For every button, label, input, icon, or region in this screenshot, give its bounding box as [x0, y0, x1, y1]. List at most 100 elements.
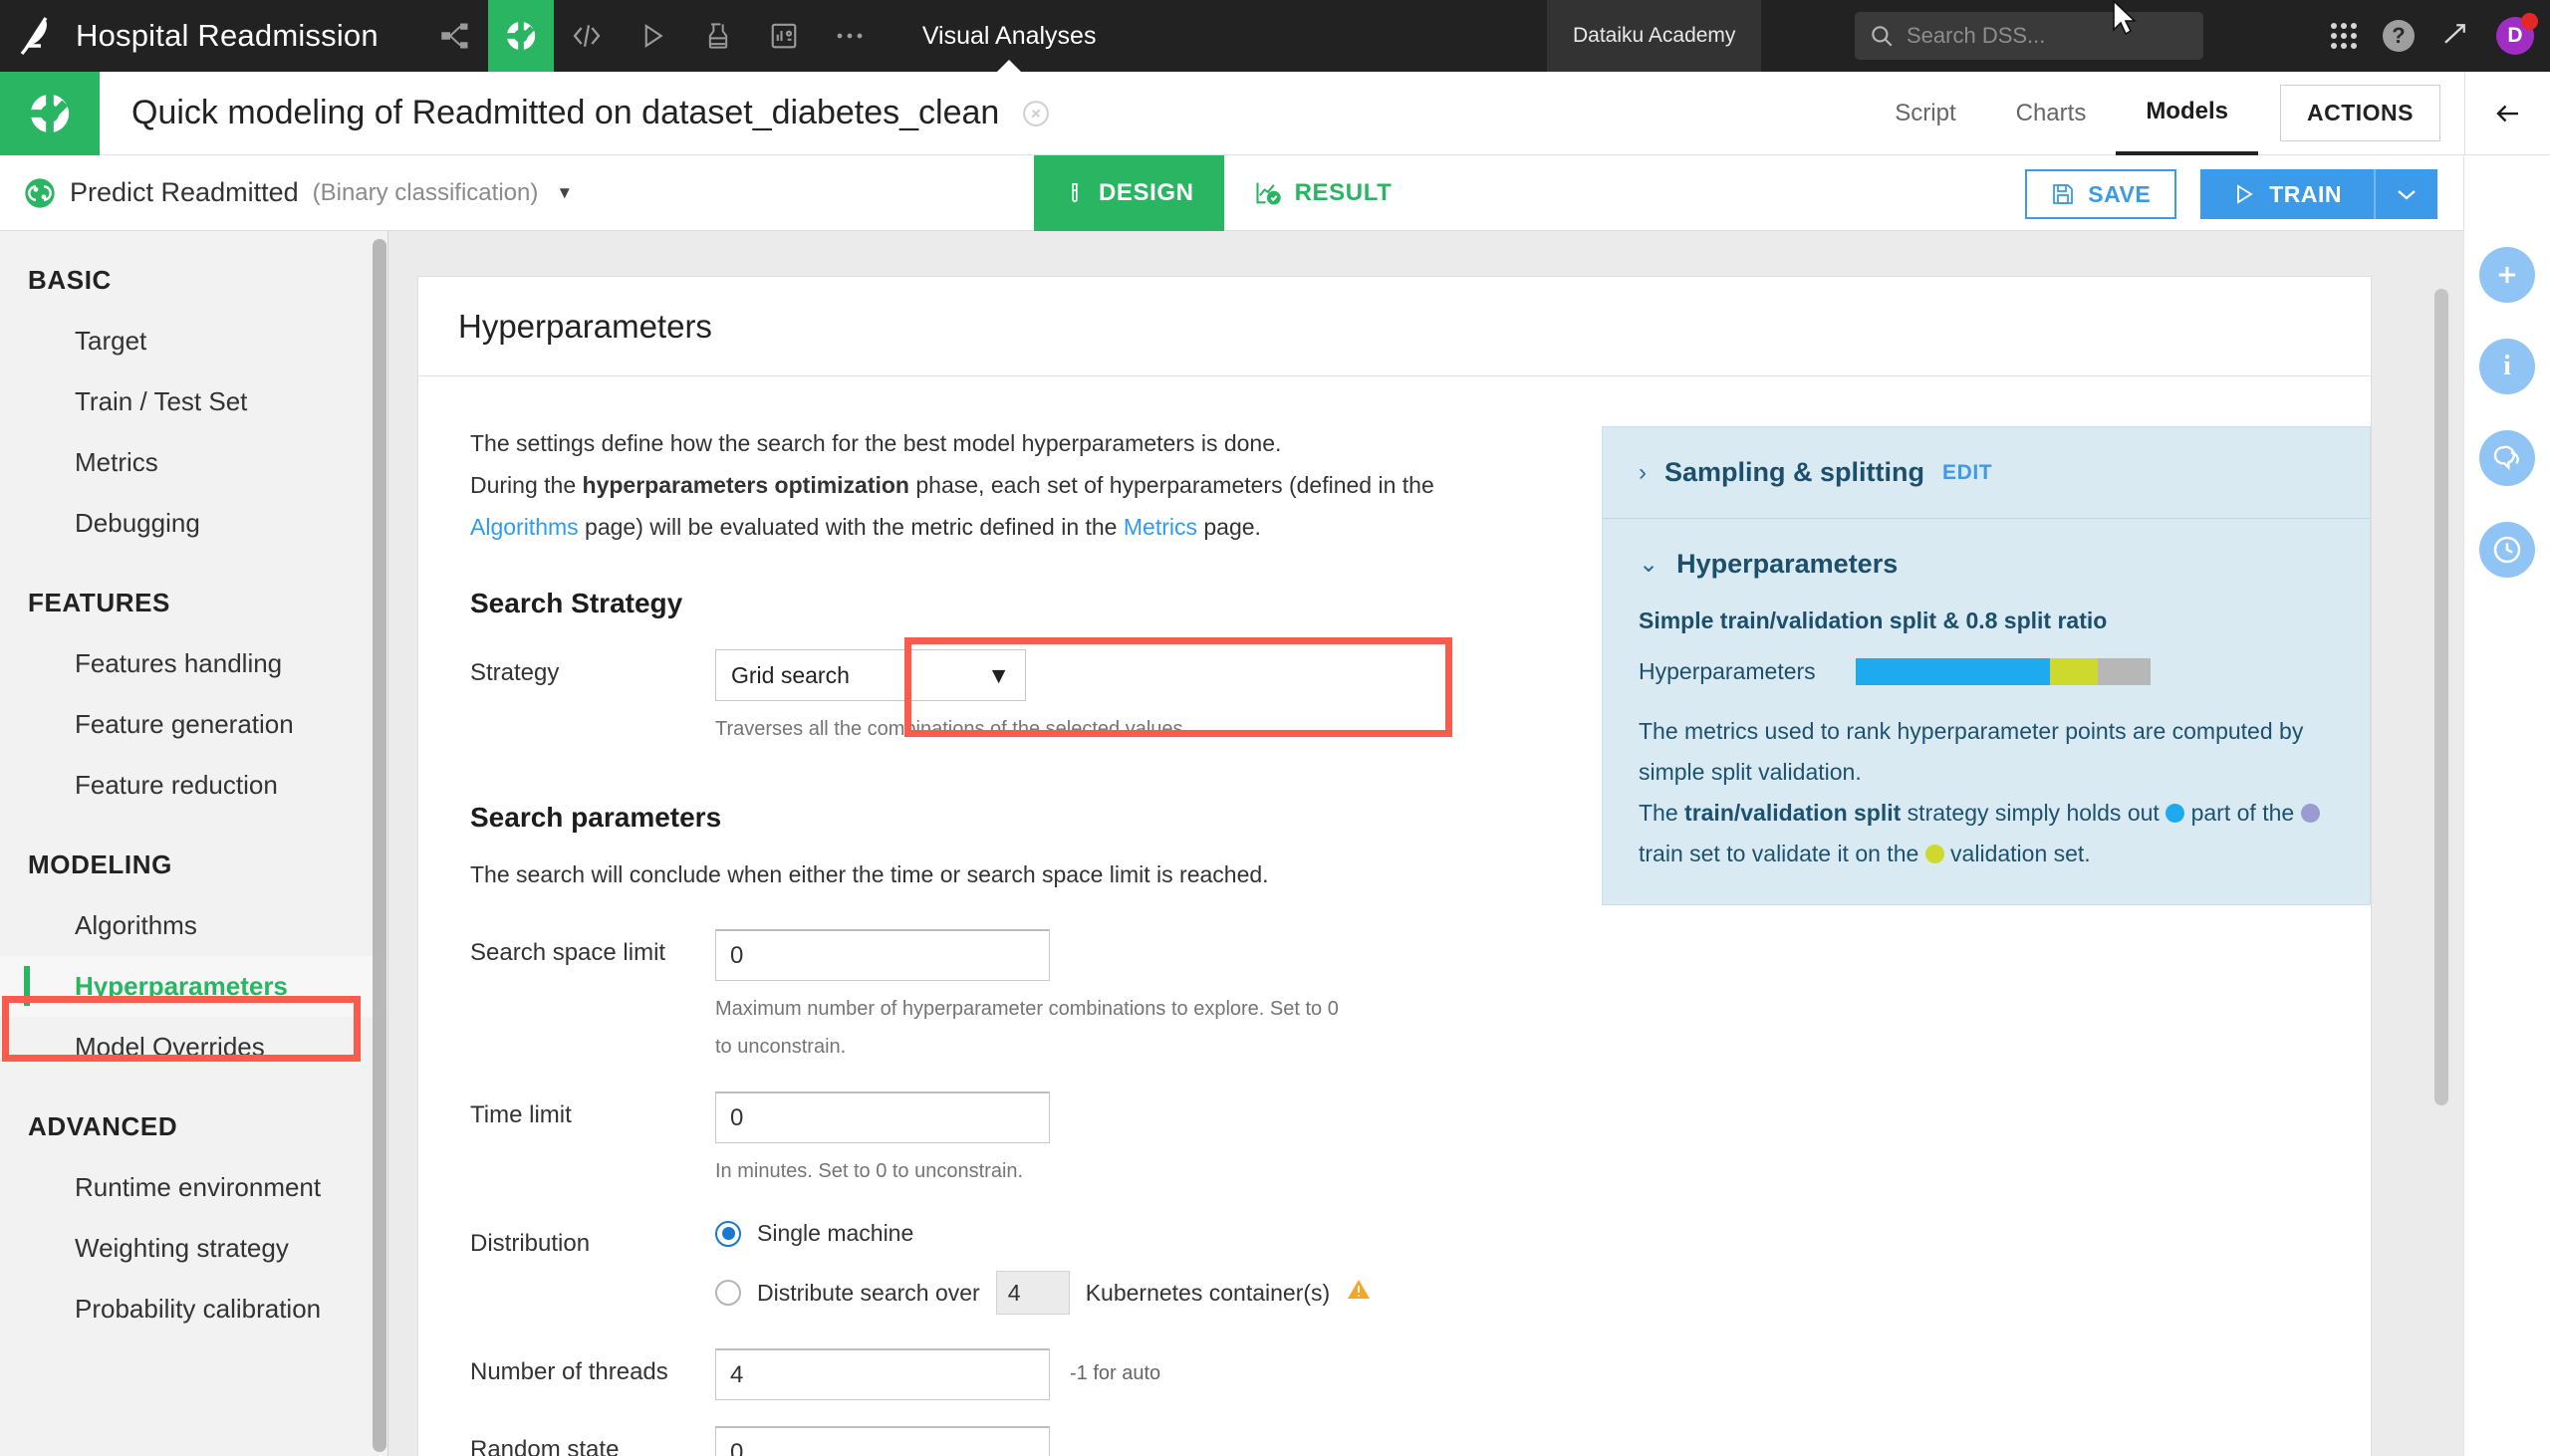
random-state-control: 0 Modify the seed to change hyperparamet… — [715, 1426, 1190, 1456]
sidebar-scrollbar[interactable] — [373, 239, 386, 1452]
back-arrow-icon[interactable] — [2464, 72, 2550, 155]
discussions-icon[interactable] — [2479, 430, 2535, 486]
history-icon[interactable] — [2479, 522, 2535, 578]
train-button[interactable]: TRAIN — [2200, 169, 2374, 219]
help-icon[interactable]: ? — [2383, 20, 2415, 52]
apps-grid-icon[interactable] — [2331, 23, 2357, 49]
prediction-selector[interactable]: Predict Readmitted (Binary classificatio… — [24, 177, 573, 209]
card-title: Hyperparameters — [418, 277, 2371, 376]
hyperparameters-panel-title: Hyperparameters — [1676, 549, 1898, 580]
chevron-down-icon[interactable]: ⌄ — [1639, 550, 1658, 579]
strategy-select[interactable]: Grid search ▼ — [715, 649, 1026, 701]
strategy-control: Grid search ▼ Traverses all the combinat… — [715, 649, 1188, 748]
random-state-input[interactable]: 0 — [715, 1426, 1050, 1456]
intro-line-3-end: page. — [1197, 514, 1261, 540]
warning-icon[interactable] — [1346, 1278, 1372, 1308]
random-state-row: Random state 0 Modify the seed to change… — [470, 1426, 2371, 1456]
train-label: TRAIN — [2269, 181, 2342, 208]
single-machine-label: Single machine — [757, 1220, 913, 1247]
sampling-edit-link[interactable]: EDIT — [1942, 461, 1992, 485]
sidebar-item-feature-generation[interactable]: Feature generation — [0, 694, 387, 755]
save-disk-icon — [2051, 182, 2075, 206]
tab-script[interactable]: Script — [1865, 72, 1985, 155]
search-space-limit-input[interactable]: 0 — [715, 929, 1050, 981]
split-bar — [1856, 658, 2151, 685]
design-sidebar: BASIC Target Train / Test Set Metrics De… — [0, 231, 388, 1456]
play-icon — [2232, 182, 2256, 206]
sidebar-item-model-overrides[interactable]: Model Overrides — [0, 1017, 387, 1078]
time-limit-input[interactable]: 0 — [715, 1092, 1050, 1143]
sidebar-group-modeling: MODELING — [0, 834, 387, 895]
academy-label: Dataiku Academy — [1573, 24, 1735, 48]
more-icon[interactable] — [817, 0, 883, 72]
top-nav-icon-group — [422, 0, 883, 72]
flow-icon[interactable] — [422, 0, 488, 72]
threads-input[interactable]: 4 — [715, 1348, 1050, 1400]
add-icon[interactable] — [2479, 247, 2535, 303]
sidebar-item-metrics[interactable]: Metrics — [0, 432, 387, 493]
strategy-select-value: Grid search — [731, 662, 850, 689]
code-icon[interactable] — [554, 0, 620, 72]
trending-icon[interactable] — [2440, 19, 2470, 54]
sidebar-item-debugging[interactable]: Debugging — [0, 493, 387, 554]
intro-line-2-b: phase, each set of hyperparameters (defi… — [909, 472, 1434, 498]
content-scrollbar[interactable] — [2434, 289, 2448, 1105]
hyperparameters-header[interactable]: ⌄ Hyperparameters — [1639, 549, 2334, 580]
threads-note: -1 for auto — [1070, 1348, 1160, 1400]
sidebar-item-features-handling[interactable]: Features handling — [0, 633, 387, 694]
radio-single-machine[interactable] — [715, 1221, 741, 1247]
prediction-label: Predict Readmitted — [70, 177, 299, 208]
tab-result[interactable]: RESULT — [1224, 155, 1422, 231]
distribution-row: Distribution Single machine Distribute s… — [470, 1220, 2371, 1315]
time-limit-label: Time limit — [470, 1092, 715, 1129]
metrics-link[interactable]: Metrics — [1124, 514, 1197, 540]
strategy-label: Strategy — [470, 649, 715, 687]
threads-row: Number of threads 4 -1 for auto — [470, 1348, 2371, 1400]
intro-line-2-bold: hyperparameters optimization — [583, 472, 909, 498]
tab-design[interactable]: DESIGN — [1034, 155, 1224, 231]
actions-button[interactable]: ACTIONS — [2280, 85, 2440, 141]
desc2-a: The — [1639, 800, 1684, 826]
chevron-down-icon[interactable]: ▼ — [556, 183, 573, 203]
distribution-option-distribute[interactable]: Distribute search over 4 Kubernetes cont… — [715, 1271, 1372, 1315]
info-panel-sampling-section: › Sampling & splitting EDIT — [1603, 427, 2370, 518]
dataiku-home-logo[interactable] — [0, 0, 72, 72]
sampling-title: Sampling & splitting — [1664, 457, 1924, 488]
tab-charts[interactable]: Charts — [1986, 72, 2117, 155]
sidebar-item-hyperparameters[interactable]: Hyperparameters — [0, 956, 387, 1017]
jobs-play-icon[interactable] — [620, 0, 685, 72]
lab-flask-icon[interactable] — [685, 0, 751, 72]
algorithms-link[interactable]: Algorithms — [470, 514, 579, 540]
desc2-bold: train/validation split — [1684, 800, 1901, 826]
analysis-title-bar: Quick modeling of Readmitted on dataset_… — [0, 72, 2550, 155]
search-input[interactable]: Search DSS... — [1855, 12, 2203, 60]
lab-icon[interactable] — [488, 0, 554, 72]
sampling-header[interactable]: › Sampling & splitting EDIT — [1639, 457, 2334, 488]
academy-chip[interactable]: Dataiku Academy — [1547, 0, 1761, 72]
sidebar-item-feature-reduction[interactable]: Feature reduction — [0, 755, 387, 816]
project-name[interactable]: Hospital Readmission — [76, 18, 379, 54]
avatar[interactable]: D — [2496, 17, 2534, 55]
dashboard-icon[interactable] — [751, 0, 817, 72]
sidebar-item-probability-calibration[interactable]: Probability calibration — [0, 1279, 387, 1339]
section-title[interactable]: Visual Analyses — [922, 0, 1097, 72]
distribution-option-single[interactable]: Single machine — [715, 1220, 1372, 1247]
sidebar-item-weighting-strategy[interactable]: Weighting strategy — [0, 1218, 387, 1279]
sidebar-item-algorithms[interactable]: Algorithms — [0, 895, 387, 956]
radio-distribute[interactable] — [715, 1280, 741, 1306]
sidebar-item-train-test-set[interactable]: Train / Test Set — [0, 371, 387, 432]
desc2-c: part of the — [2184, 800, 2300, 826]
search-space-limit-hint: Maximum number of hyperparameter combina… — [715, 990, 1358, 1066]
containers-input[interactable]: 4 — [996, 1271, 1070, 1315]
sidebar-item-runtime-environment[interactable]: Runtime environment — [0, 1157, 387, 1218]
tab-models[interactable]: Models — [2116, 72, 2258, 155]
notification-dot — [2521, 13, 2538, 30]
chevron-right-icon[interactable]: › — [1639, 459, 1647, 487]
train-options-button[interactable] — [2374, 169, 2437, 219]
sidebar-item-target[interactable]: Target — [0, 311, 387, 371]
compass-icon[interactable] — [1021, 99, 1051, 128]
legend-dot-train-set — [2301, 804, 2320, 823]
info-icon[interactable]: i — [2479, 339, 2535, 394]
distribute-label-pre: Distribute search over — [757, 1280, 980, 1307]
save-button[interactable]: SAVE — [2025, 169, 2176, 219]
